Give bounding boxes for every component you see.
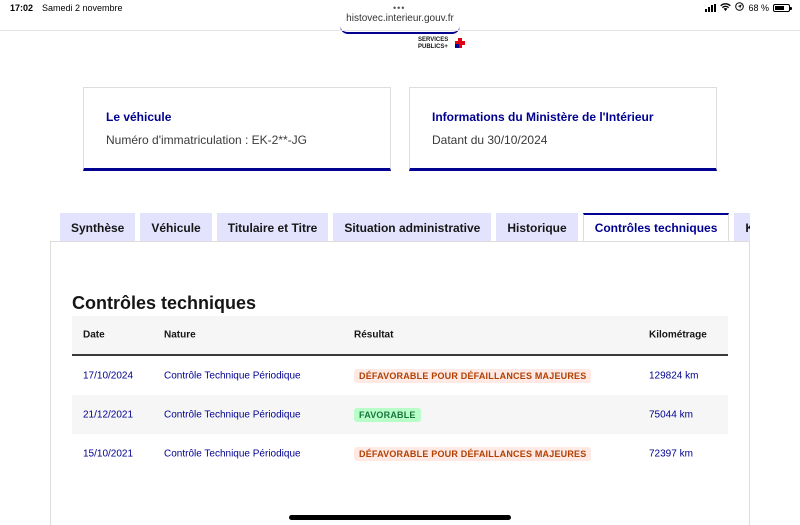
ministry-card: Informations du Ministère de l'Intérieur… [409, 87, 717, 171]
ministry-card-title: Informations du Ministère de l'Intérieur [432, 110, 654, 124]
table-row: 17/10/2024 Contrôle Technique Périodique… [72, 356, 728, 395]
logo-line-1: SERVICES [418, 37, 449, 43]
vehicle-card-title: Le véhicule [106, 110, 172, 124]
vehicle-card: Le véhicule Numéro d'immatriculation : E… [83, 87, 391, 171]
header-nature: Nature [164, 329, 196, 341]
tab-situation-administrative[interactable]: Situation administrative [333, 213, 492, 242]
row-nature: Contrôle Technique Périodique [164, 370, 301, 381]
header-date: Date [83, 329, 105, 341]
tab-synthese[interactable]: Synthèse [60, 213, 136, 242]
wifi-icon [720, 2, 732, 13]
result-badge: FAVORABLE [354, 407, 421, 422]
header-divider [0, 30, 800, 31]
row-date: 17/10/2024 [83, 370, 134, 381]
row-mileage: 129824 km [649, 370, 699, 381]
section-title: Contrôles techniques [72, 293, 257, 313]
header-result: Résultat [354, 329, 394, 341]
logo-line-2: PUBLICS+ [418, 44, 448, 50]
row-result: DÉFAVORABLE POUR DÉFAILLANCES MAJEURES [354, 368, 592, 383]
table-row: 21/12/2021 Contrôle Technique Périodique… [72, 395, 728, 434]
table-header: Date Nature Résultat Kilométrage [72, 316, 728, 356]
battery-percent: 68 % [748, 2, 769, 13]
status-time: 17:02 [10, 3, 34, 13]
row-date: 21/12/2021 [83, 409, 134, 420]
header-mileage: Kilométrage [649, 329, 707, 341]
tab-vehicule[interactable]: Véhicule [140, 213, 212, 242]
table-row: 15/10/2021 Contrôle Technique Périodique… [72, 434, 728, 473]
result-badge: DÉFAVORABLE POUR DÉFAILLANCES MAJEURES [354, 368, 592, 383]
tab-titulaire-et-titre[interactable]: Titulaire et Titre [216, 213, 329, 242]
row-nature: Contrôle Technique Périodique [164, 448, 301, 459]
row-mileage: 75044 km [649, 409, 693, 420]
tab-historique[interactable]: Historique [496, 213, 578, 242]
row-result: FAVORABLE [354, 407, 421, 422]
tab-kilometrage[interactable]: Kilométrage [734, 213, 750, 242]
row-date: 15/10/2021 [83, 448, 134, 459]
services-publics-logo[interactable]: SERVICES PUBLICS+ [418, 37, 448, 51]
home-indicator[interactable] [289, 515, 511, 520]
row-mileage: 72397 km [649, 448, 693, 459]
cellular-signal-icon [705, 3, 717, 12]
battery-icon [773, 3, 792, 12]
status-date: Samedi 2 novembre [42, 3, 123, 13]
report-tabs: Synthèse Véhicule Titulaire et Titre Sit… [60, 213, 750, 242]
technical-inspections-table: Date Nature Résultat Kilométrage 17/10/2… [72, 316, 728, 473]
tab-controles-techniques[interactable]: Contrôles techniques [582, 213, 730, 242]
result-badge: DÉFAVORABLE POUR DÉFAILLANCES MAJEURES [354, 446, 592, 461]
ministry-data-date: Datant du 30/10/2024 [432, 133, 548, 147]
row-nature: Contrôle Technique Périodique [164, 409, 301, 420]
address-bar-url[interactable]: histovec.interieur.gouv.fr [0, 13, 800, 24]
status-indicators: 68 % [705, 2, 792, 13]
registration-number: Numéro d'immatriculation : EK-2**-JG [106, 133, 308, 147]
browser-menu-dots[interactable]: ••• [393, 3, 405, 13]
location-icon [735, 2, 745, 13]
row-result: DÉFAVORABLE POUR DÉFAILLANCES MAJEURES [354, 446, 592, 461]
services-publics-cross-icon [455, 38, 465, 48]
